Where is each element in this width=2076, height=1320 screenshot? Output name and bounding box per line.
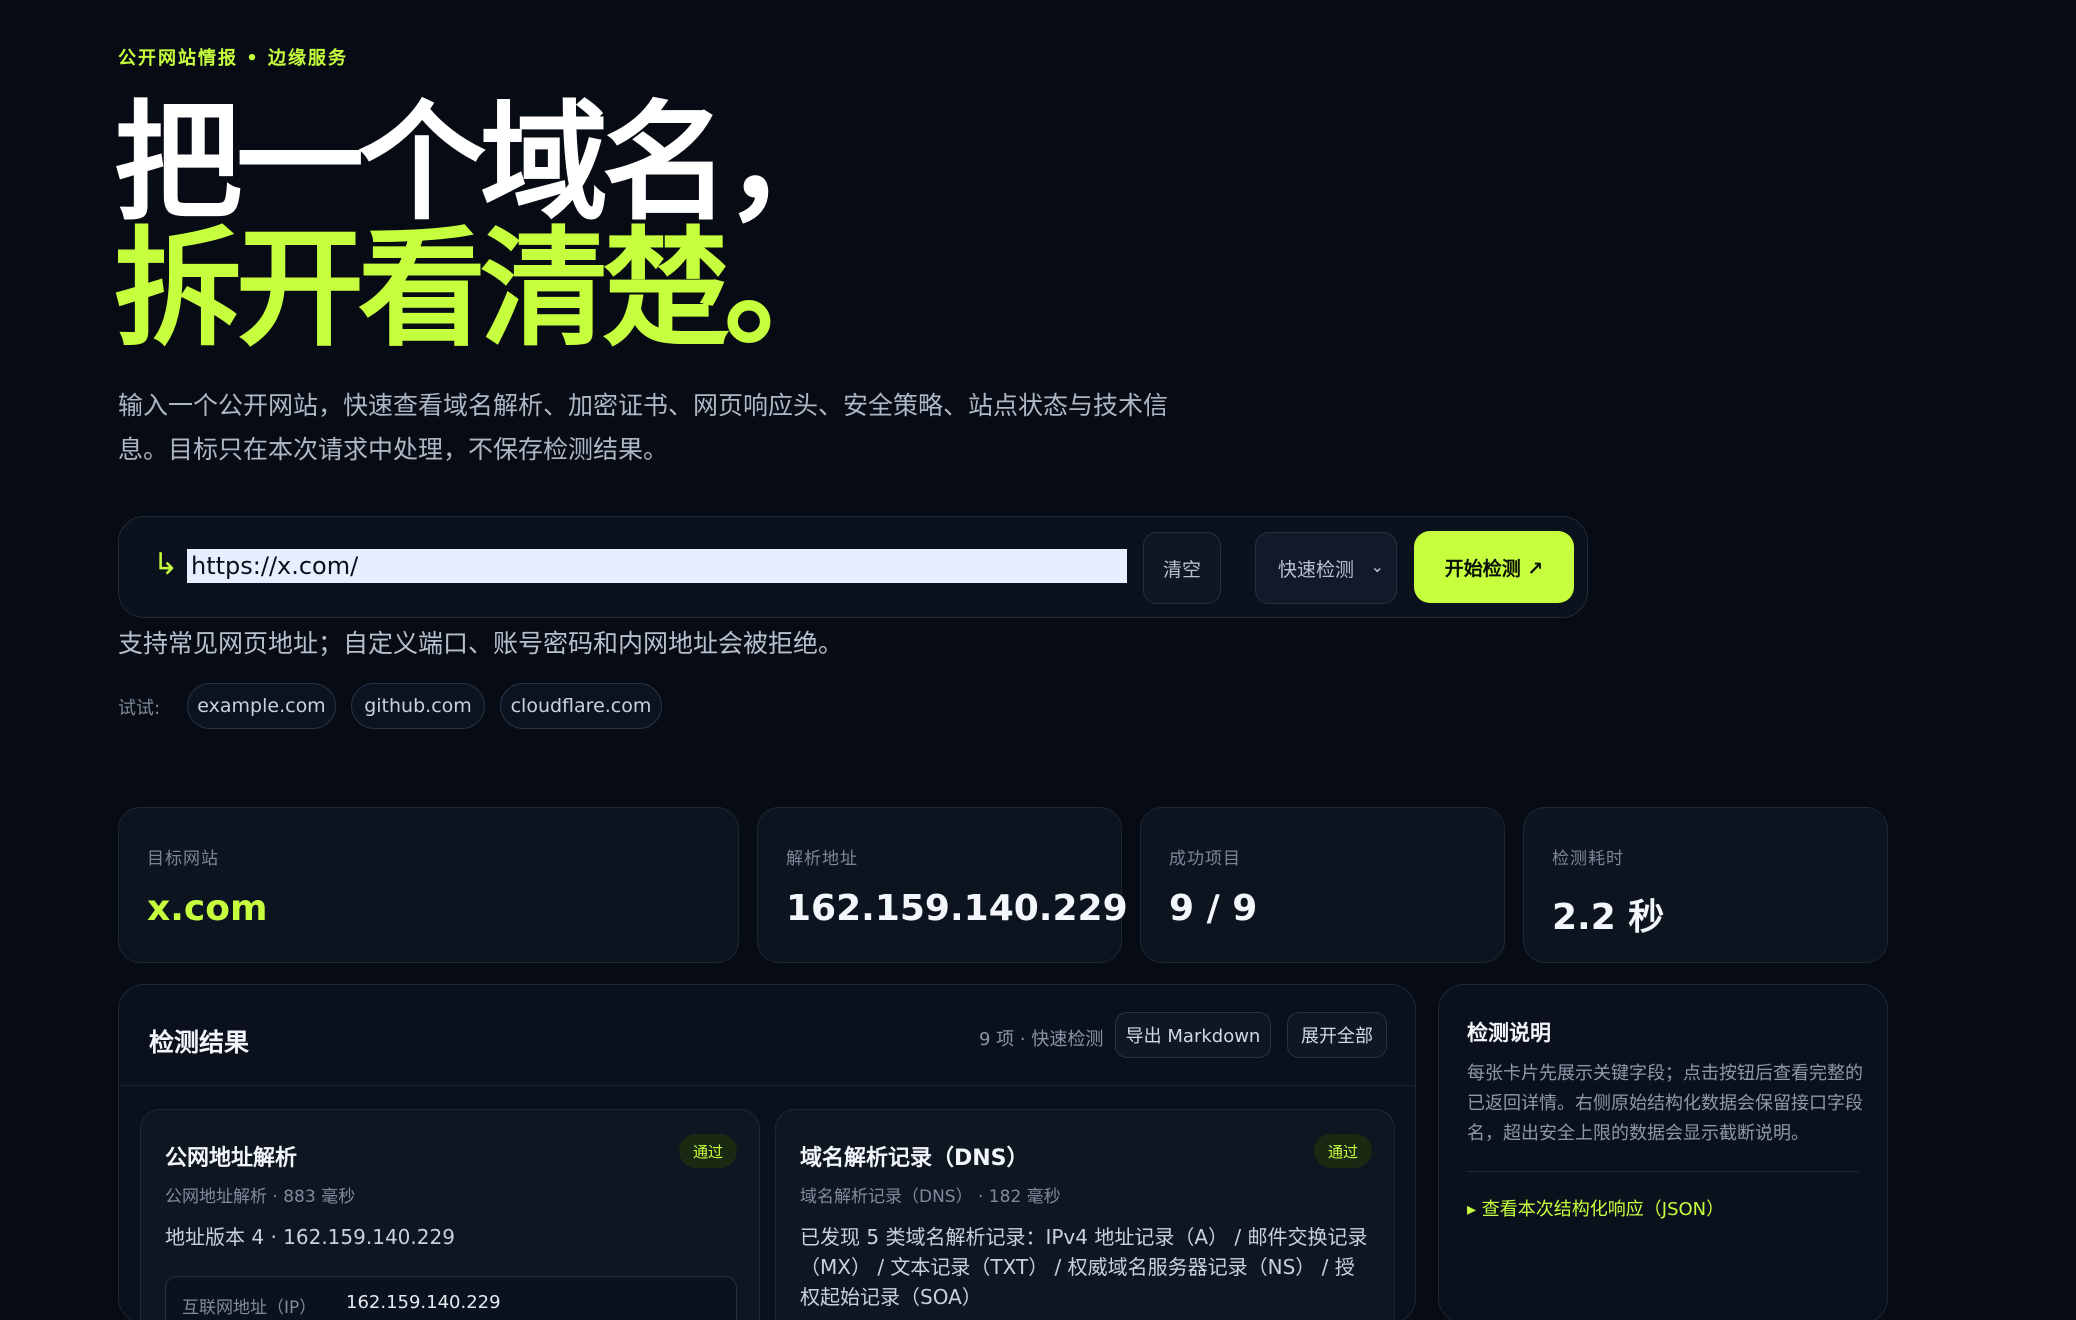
example-chip-cloudflare[interactable]: cloudflare.com [500, 683, 662, 729]
example-chip-github[interactable]: github.com [351, 683, 485, 729]
stat-value: 2.2 秒 [1552, 897, 1665, 938]
export-markdown-button[interactable]: 导出 Markdown [1115, 1012, 1271, 1058]
notes-title: 检测说明 [1467, 1021, 1551, 1045]
notes-text: 每张卡片先展示关键字段；点击按钮后查看完整的已返回详情。右侧原始结构化数据会保留… [1467, 1063, 1863, 1144]
result-card-subtitle: 公网地址解析 · 883 毫秒 [165, 1187, 356, 1207]
status-badge: 通过 [1313, 1134, 1372, 1168]
results-divider [119, 1085, 1415, 1086]
stat-label: 成功项目 [1169, 849, 1241, 869]
hero-title-line1: 把一个域名， [114, 89, 852, 238]
start-button[interactable]: 开始检测 ↗ [1414, 531, 1574, 603]
example-chip-example[interactable]: example.com [187, 683, 336, 729]
stat-label: 目标网站 [147, 849, 219, 869]
try-label: 试试: [118, 698, 161, 719]
notes-panel: 检测说明 每张卡片先展示关键字段；点击按钮后查看完整的已返回详情。右侧原始结构化… [1438, 984, 1888, 1320]
key-value-row: 互联网地址（IP） 162.159.140.229 [165, 1276, 737, 1320]
result-card-ip: 公网地址解析 通过 公网地址解析 · 883 毫秒 地址版本 4 · 162.1… [140, 1109, 760, 1320]
json-response-link[interactable]: ▸ 查看本次结构化响应（JSON） [1467, 1195, 1724, 1221]
eyebrow: 公开网站情报 • 边缘服务 [118, 48, 349, 69]
kv-value: 162.159.140.229 [346, 1292, 501, 1313]
result-card-dns: 域名解析记录（DNS） 通过 域名解析记录（DNS） · 182 毫秒 已发现 … [775, 1109, 1395, 1320]
stat-label: 检测耗时 [1552, 849, 1624, 869]
chevron-down-icon: ⌄ [1370, 557, 1384, 576]
result-card-body: 地址版本 4 · 162.159.140.229 [165, 1225, 455, 1249]
status-badge: 通过 [678, 1134, 737, 1168]
results-meta: 9 项 · 快速检测 [979, 1029, 1104, 1050]
stat-card-target: 目标网站 x.com [118, 807, 739, 963]
stat-value: x.com [147, 888, 268, 929]
expand-all-button[interactable]: 展开全部 [1287, 1012, 1387, 1058]
stat-label: 解析地址 [786, 849, 858, 869]
stat-value: 162.159.140.229 [786, 888, 1128, 929]
results-panel: 检测结果 9 项 · 快速检测 导出 Markdown 展开全部 公网地址解析 … [118, 984, 1416, 1320]
stat-card-ip: 解析地址 162.159.140.229 [757, 807, 1128, 963]
hero-description: 输入一个公开网站，快速查看域名解析、加密证书、网页响应头、安全策略、站点状态与技… [118, 391, 1169, 464]
url-input[interactable] [187, 549, 1127, 583]
input-hint: 支持常见网页地址；自定义端口、账号密码和内网地址会被拒绝。 [118, 629, 844, 658]
clear-button[interactable]: 清空 [1143, 532, 1221, 604]
result-card-title: 域名解析记录（DNS） [800, 1146, 1029, 1171]
stat-value: 9 / 9 [1169, 888, 1258, 929]
results-title: 检测结果 [149, 1028, 250, 1057]
stat-card-duration: 检测耗时 2.2 秒 [1523, 807, 1888, 963]
stat-card-success: 成功项目 9 / 9 [1140, 807, 1505, 963]
hero-title-line2: 拆开看清楚。 [114, 215, 852, 364]
result-card-subtitle: 域名解析记录（DNS） · 182 毫秒 [800, 1187, 1061, 1207]
mode-select[interactable]: 快速检测 ⌄ [1255, 532, 1397, 604]
notes-divider [1467, 1171, 1859, 1172]
result-card-body: 已发现 5 类域名解析记录：IPv4 地址记录（A） / 邮件交换记录（MX） … [800, 1225, 1368, 1309]
kv-key: 互联网地址（IP） [182, 1298, 317, 1318]
result-card-title: 公网地址解析 [165, 1146, 298, 1171]
mode-select-value: 快速检测 [1278, 558, 1355, 581]
arrow-icon: ↳ [153, 547, 179, 582]
search-bar: ↳ 清空 快速检测 ⌄ 开始检测 ↗ [118, 516, 1588, 618]
